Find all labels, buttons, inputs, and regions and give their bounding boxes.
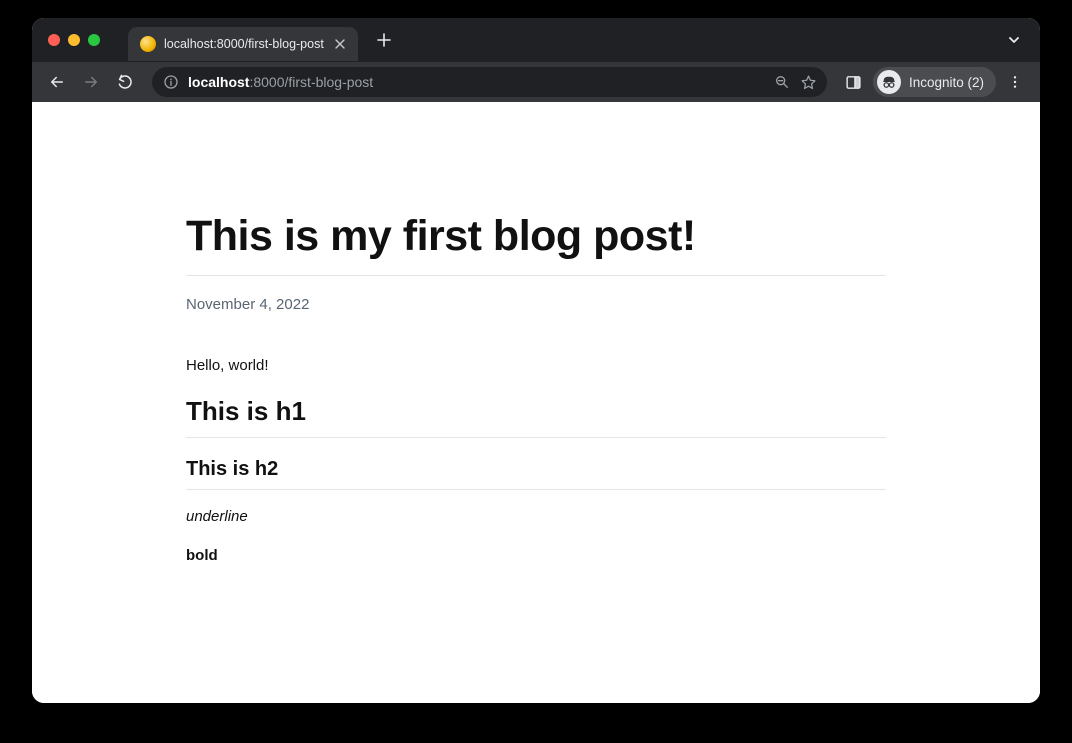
post-paragraph-hello: Hello, world! xyxy=(186,357,886,374)
browser-tab[interactable]: localhost:8000/first-blog-post xyxy=(128,27,358,61)
blog-post: This is my first blog post! November 4, … xyxy=(166,102,906,604)
window-close-button[interactable] xyxy=(48,34,60,46)
post-italic-text: underline xyxy=(186,508,886,525)
tab-strip: localhost:8000/first-blog-post xyxy=(32,18,1040,62)
toolbar: localhost:8000/first-blog-post Incognito… xyxy=(32,62,1040,102)
incognito-label: Incognito (2) xyxy=(909,75,984,90)
new-tab-button[interactable] xyxy=(370,26,398,54)
favicon-icon xyxy=(140,36,156,52)
window-controls xyxy=(48,34,100,46)
browser-menu-button[interactable] xyxy=(1000,67,1030,97)
post-title: This is my first blog post! xyxy=(186,212,886,276)
tab-close-button[interactable] xyxy=(332,36,348,52)
zoom-icon[interactable] xyxy=(774,74,790,90)
window-minimize-button[interactable] xyxy=(68,34,80,46)
back-button[interactable] xyxy=(42,67,72,97)
url-path: :8000/first-blog-post xyxy=(249,74,373,90)
post-body: Hello, world! This is h1 This is h2 unde… xyxy=(186,357,886,564)
post-bold-text: bold xyxy=(186,547,886,564)
address-bar[interactable]: localhost:8000/first-blog-post xyxy=(152,67,827,97)
page-viewport[interactable]: This is my first blog post! November 4, … xyxy=(32,102,1040,703)
post-date: November 4, 2022 xyxy=(186,296,886,313)
incognito-icon xyxy=(877,70,901,94)
side-panel-button[interactable] xyxy=(839,67,869,97)
window-maximize-button[interactable] xyxy=(88,34,100,46)
tabs-dropdown-button[interactable] xyxy=(1002,28,1026,52)
bookmark-star-icon[interactable] xyxy=(800,74,817,91)
reload-button[interactable] xyxy=(110,67,140,97)
site-info-icon[interactable] xyxy=(162,73,180,91)
browser-window: localhost:8000/first-blog-post xyxy=(32,18,1040,703)
incognito-indicator[interactable]: Incognito (2) xyxy=(873,67,996,97)
post-heading-h2: This is h2 xyxy=(186,458,886,490)
post-heading-h1: This is h1 xyxy=(186,396,886,438)
forward-button[interactable] xyxy=(76,67,106,97)
tab-title: localhost:8000/first-blog-post xyxy=(164,37,324,51)
url-text: localhost:8000/first-blog-post xyxy=(188,74,766,90)
url-host: localhost xyxy=(188,74,249,90)
address-actions xyxy=(774,74,817,91)
